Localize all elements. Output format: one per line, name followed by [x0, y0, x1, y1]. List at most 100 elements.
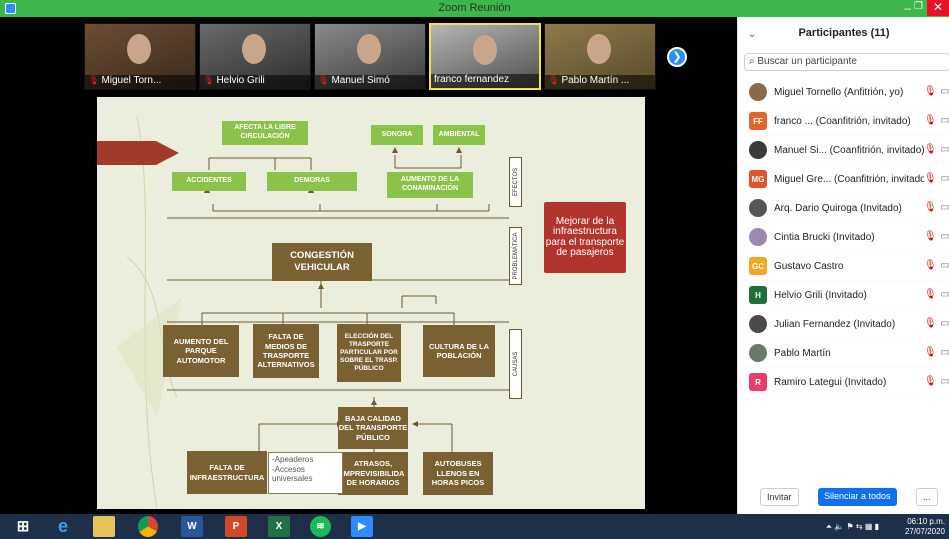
- notes-box: -Apeaderos -Accesos universales: [268, 452, 343, 494]
- window-title: Zoom Reunión: [438, 2, 511, 14]
- participant-status-icons: 🎙 ▭: [924, 260, 949, 271]
- participant-status-icons: 🎙 ▭: [924, 115, 949, 126]
- participant-row[interactable]: Cintia Brucki (Invitado) 🎙 ▭: [738, 223, 949, 252]
- participant-row[interactable]: Miguel Tornello (Anfitrión, yo) 🎙 ▭: [738, 78, 949, 107]
- participant-row[interactable]: Arq. Dario Quiroga (Invitado) 🎙 ▭: [738, 194, 949, 223]
- participant-video-thumbnail[interactable]: 🎙 Pablo Martín ...: [544, 23, 656, 90]
- participant-video-thumbnail[interactable]: 🎙 Helvio Grili: [199, 23, 311, 90]
- avatar: [749, 199, 767, 217]
- participant-row[interactable]: R Ramiro Lategui (Invitado) 🎙 ▭: [738, 368, 949, 397]
- participant-video: [357, 34, 381, 64]
- thumbnail-label: 🎙 Helvio Grili: [200, 75, 310, 89]
- word-icon[interactable]: W: [181, 516, 203, 537]
- video-icon[interactable]: ▭: [941, 115, 949, 126]
- avatar: R: [749, 373, 767, 391]
- mic-muted-icon[interactable]: 🎙: [924, 144, 937, 155]
- video-icon[interactable]: ▭: [941, 144, 949, 155]
- mute-all-button[interactable]: Silenciar a todos: [818, 488, 897, 506]
- participant-video-thumbnail[interactable]: 🎙 Manuel Simó: [314, 23, 426, 90]
- windows-start-icon[interactable]: ⊞: [12, 516, 34, 537]
- side-label: PROBLEMÁTICA: [509, 227, 522, 285]
- participant-video: [127, 34, 151, 64]
- mic-muted-icon[interactable]: 🎙: [924, 86, 937, 97]
- cause-box: BAJA CALIDAD DEL TRANSPORTE PÚBLICO: [338, 407, 408, 449]
- effect-box: SONORA: [371, 125, 423, 145]
- participant-status-icons: 🎙 ▭: [924, 173, 949, 184]
- participant-name: Arq. Dario Quiroga (Invitado): [774, 202, 902, 214]
- effect-box: AFECTA LA LIBRE CIRCULACIÓN: [222, 121, 308, 145]
- excel-icon[interactable]: X: [268, 516, 290, 537]
- avatar: [749, 315, 767, 333]
- participant-row[interactable]: FF franco ... (Coanfitrión, invitado) 🎙 ▭: [738, 107, 949, 136]
- search-input[interactable]: ⌕ Buscar un participante: [744, 53, 949, 71]
- close-icon[interactable]: ✕: [927, 0, 949, 16]
- participant-name: Ramiro Lategui (Invitado): [774, 376, 887, 388]
- participant-row[interactable]: Julian Fernandez (Invitado) 🎙 ▭: [738, 310, 949, 339]
- mic-muted-icon[interactable]: 🎙: [924, 231, 937, 242]
- participant-row[interactable]: H Helvio Grili (Invitado) 🎙 ▭: [738, 281, 949, 310]
- participant-status-icons: 🎙 ▭: [924, 376, 949, 387]
- avatar: H: [749, 286, 767, 304]
- mic-muted-icon[interactable]: 🎙: [924, 202, 937, 213]
- mic-muted-icon[interactable]: 🎙: [924, 173, 937, 184]
- clock[interactable]: 06:10 p.m. 27/07/2020: [905, 517, 945, 536]
- cause-box: AUMENTO DEL PARQUE AUTOMOTOR: [163, 325, 239, 377]
- participant-name: Gustavo Castro: [774, 260, 844, 272]
- video-icon[interactable]: ▭: [941, 260, 949, 271]
- file-explorer-icon[interactable]: [93, 516, 115, 537]
- participant-video: [242, 34, 266, 64]
- participant-status-icons: 🎙 ▭: [924, 86, 949, 97]
- mic-muted-icon[interactable]: 🎙: [924, 376, 937, 387]
- note-line: -Accesos universales: [272, 464, 313, 484]
- video-icon[interactable]: ▭: [941, 202, 949, 213]
- cause-box: ATRASOS, IMPREVISIBILIDA DE HORARIOS: [338, 452, 408, 495]
- video-icon[interactable]: ▭: [941, 318, 949, 329]
- minimize-icon[interactable]: –: [904, 1, 911, 15]
- video-icon[interactable]: ▭: [941, 347, 949, 358]
- participant-name: Miguel Tornello (Anfitrión, yo): [774, 86, 904, 98]
- participant-list: Miguel Tornello (Anfitrión, yo) 🎙 ▭ FF franc…: [738, 78, 949, 397]
- thumbnail-label: 🎙 Miguel Torn...: [85, 75, 195, 89]
- participant-row[interactable]: GC Gustavo Castro 🎙 ▭: [738, 252, 949, 281]
- participant-name: Manuel Si... (Coanfitrión, invitado): [774, 144, 924, 156]
- effect-box: ACCIDENTES: [172, 172, 246, 191]
- mic-muted-icon[interactable]: 🎙: [924, 115, 937, 126]
- chrome-icon[interactable]: [138, 516, 158, 537]
- mic-muted-icon[interactable]: 🎙: [924, 318, 937, 329]
- mic-muted-icon[interactable]: 🎙: [924, 347, 937, 358]
- taskbar: ⊞ e W P X ≋ ▶ ⏶ 🔈 ⚑ ⇆ ▦ ▮ 06:10 p.m. 27/…: [0, 514, 949, 539]
- cause-box: CULTURA DE LA POBLACIÓN: [423, 325, 495, 377]
- mic-muted-icon[interactable]: 🎙: [924, 289, 937, 300]
- participant-video: [587, 34, 611, 64]
- video-icon[interactable]: ▭: [941, 289, 949, 300]
- avatar: GC: [749, 257, 767, 275]
- thumbnail-label: 🎙 Pablo Martín ...: [545, 75, 655, 89]
- participant-row[interactable]: MG Miguel Gre... (Coanfitrión, invitado) 🎙…: [738, 165, 949, 194]
- video-icon[interactable]: ▭: [941, 86, 949, 97]
- participant-video-thumbnail[interactable]: 🎙 Miguel Torn...: [84, 23, 196, 90]
- next-videos-button[interactable]: ❯: [667, 47, 687, 67]
- tray-icons: ⏶ 🔈 ⚑ ⇆ ▦ ▮: [825, 522, 879, 531]
- zoom-taskbar-icon[interactable]: ▶: [351, 516, 373, 537]
- spotify-icon[interactable]: ≋: [310, 516, 331, 537]
- video-icon[interactable]: ▭: [941, 173, 949, 184]
- internet-explorer-icon[interactable]: e: [52, 516, 74, 537]
- participant-row[interactable]: Manuel Si... (Coanfitrión, invitado) 🎙 ▭: [738, 136, 949, 165]
- powerpoint-icon[interactable]: P: [225, 516, 247, 537]
- cause-box: FALTA DE INFRAESTRUCTURA: [187, 451, 267, 494]
- side-label: CAUSAS: [509, 329, 522, 399]
- invite-button[interactable]: Invitar: [760, 488, 799, 506]
- participant-row[interactable]: Pablo Martín 🎙 ▭: [738, 339, 949, 368]
- participants-title: Participantes (11): [798, 27, 890, 39]
- video-icon[interactable]: ▭: [941, 376, 949, 387]
- clock-time: 06:10 p.m.: [907, 517, 945, 526]
- participant-video-thumbnail[interactable]: franco fernandez: [429, 23, 541, 90]
- more-button[interactable]: ...: [916, 488, 938, 506]
- avatar: [749, 83, 767, 101]
- thumbnail-name: Helvio Grili: [216, 75, 265, 86]
- effect-box: DEMORAS: [267, 172, 357, 191]
- video-icon[interactable]: ▭: [941, 231, 949, 242]
- maximize-icon[interactable]: ❐: [914, 1, 923, 12]
- participants-panel: ⌄ Participantes (11) ⌕ Buscar un partici…: [737, 17, 949, 514]
- mic-muted-icon[interactable]: 🎙: [924, 260, 937, 271]
